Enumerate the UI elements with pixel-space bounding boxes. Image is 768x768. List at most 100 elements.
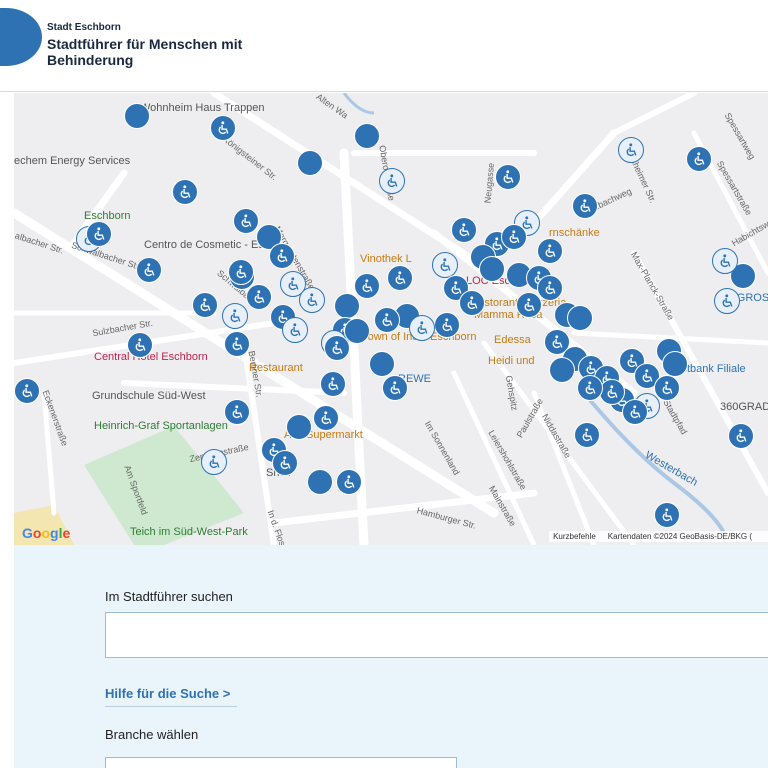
map-marker[interactable] xyxy=(577,375,603,401)
map-marker[interactable] xyxy=(662,351,688,377)
wheelchair-icon xyxy=(362,278,372,292)
map-label-teich: Teich im Süd-West-Park xyxy=(130,526,248,538)
map-marker[interactable] xyxy=(379,168,405,194)
map-marker[interactable] xyxy=(307,469,333,495)
map-label-sportanlagen: Heinrich-Graf Sportanlagen xyxy=(94,420,228,432)
map-marker[interactable] xyxy=(434,312,460,338)
map-label-wohnheim: Wohnheim Haus Trappen xyxy=(140,102,265,114)
map-marker[interactable] xyxy=(136,257,162,283)
map-marker[interactable] xyxy=(712,248,738,274)
shortcuts-link[interactable]: Kurzbefehle xyxy=(553,532,596,541)
map-marker[interactable] xyxy=(714,288,740,314)
wheelchair-icon xyxy=(395,270,405,284)
org-name: Stadt Eschborn xyxy=(47,22,121,33)
branch-label: Branche wählen xyxy=(105,727,199,742)
map-label-360grad: 360GRAD xyxy=(720,401,768,413)
map-marker[interactable] xyxy=(299,287,325,313)
map-marker[interactable] xyxy=(459,290,485,316)
wheelchair-icon xyxy=(22,383,32,397)
map-marker[interactable] xyxy=(313,405,339,431)
map-marker[interactable] xyxy=(686,146,712,172)
map-marker[interactable] xyxy=(14,378,40,404)
wheelchair-icon xyxy=(218,120,228,134)
wheelchair-icon xyxy=(545,280,555,294)
map-marker[interactable] xyxy=(495,164,521,190)
search-panel: Im Stadtführer suchen Hilfe für die Such… xyxy=(14,545,768,768)
map-marker[interactable] xyxy=(210,115,236,141)
search-label: Im Stadtführer suchen xyxy=(105,589,233,604)
map-label-hotel: Central Hotel Eschborn xyxy=(94,351,208,363)
map-marker[interactable] xyxy=(479,256,505,282)
map-marker[interactable] xyxy=(516,292,542,318)
map-marker[interactable] xyxy=(369,351,395,377)
map-marker[interactable] xyxy=(451,217,477,243)
map-marker[interactable] xyxy=(246,284,272,310)
map-marker[interactable] xyxy=(537,238,563,264)
map-marker[interactable] xyxy=(654,375,680,401)
map-marker[interactable] xyxy=(127,332,153,358)
map-marker[interactable] xyxy=(599,379,625,405)
map-data-credit: Kartendaten ©2024 GeoBasis-DE/BKG ( xyxy=(607,532,752,541)
map-marker[interactable] xyxy=(537,275,563,301)
search-help-link[interactable]: Hilfe für die Suche > xyxy=(105,686,237,707)
wheelchair-icon xyxy=(144,262,154,276)
map-marker[interactable] xyxy=(567,305,593,331)
map-marker[interactable] xyxy=(297,150,323,176)
map-marker[interactable] xyxy=(354,273,380,299)
map-marker[interactable] xyxy=(224,331,250,357)
wheelchair-icon xyxy=(232,336,242,350)
wheelchair-icon xyxy=(736,428,746,442)
map-marker[interactable] xyxy=(574,422,600,448)
map-marker[interactable] xyxy=(228,259,254,285)
google-logo[interactable]: Google xyxy=(22,525,70,541)
map-marker[interactable] xyxy=(374,307,400,333)
map-marker[interactable] xyxy=(201,449,227,475)
map-marker[interactable] xyxy=(282,317,308,343)
map-marker[interactable] xyxy=(336,469,362,495)
map-marker[interactable] xyxy=(86,221,112,247)
map-marker[interactable] xyxy=(286,414,312,440)
map-marker[interactable] xyxy=(354,123,380,149)
map-marker[interactable] xyxy=(654,502,680,528)
map[interactable]: Wohnheim Haus Trappen echem Energy Servi… xyxy=(14,93,768,545)
map-marker[interactable] xyxy=(224,399,250,425)
wheelchair-icon xyxy=(328,376,338,390)
site-title[interactable]: Stadtführer für Menschen mit Behinderung xyxy=(47,36,307,68)
map-marker[interactable] xyxy=(320,371,346,397)
wheelchair-icon xyxy=(417,320,427,334)
map-label-grundschule: Grundschule Süd-West xyxy=(92,390,206,402)
wheelchair-icon xyxy=(552,334,562,348)
wheelchair-icon xyxy=(390,380,400,394)
map-marker[interactable] xyxy=(382,375,408,401)
wheelchair-icon xyxy=(307,292,317,306)
map-marker[interactable] xyxy=(618,137,644,163)
wheelchair-icon xyxy=(524,297,534,311)
map-marker[interactable] xyxy=(272,450,298,476)
map-marker[interactable] xyxy=(409,315,435,341)
map-marker[interactable] xyxy=(334,293,360,319)
wheelchair-icon xyxy=(662,507,672,521)
map-label-eschborn-station: Eschborn xyxy=(84,210,131,222)
map-label-schaenke: rnschänke xyxy=(549,227,600,239)
map-marker[interactable] xyxy=(192,292,218,318)
map-marker[interactable] xyxy=(387,265,413,291)
map-marker[interactable] xyxy=(222,303,248,329)
map-marker[interactable] xyxy=(233,208,259,234)
map-marker[interactable] xyxy=(549,357,575,383)
search-input[interactable] xyxy=(105,612,768,658)
wheelchair-icon xyxy=(290,322,300,336)
wheelchair-icon xyxy=(94,226,104,240)
wheelchair-icon xyxy=(254,289,264,303)
map-marker[interactable] xyxy=(728,423,754,449)
wheelchair-icon xyxy=(344,474,354,488)
map-marker[interactable] xyxy=(501,224,527,250)
map-marker[interactable] xyxy=(172,179,198,205)
map-marker[interactable] xyxy=(622,399,648,425)
map-marker[interactable] xyxy=(324,335,350,361)
map-marker[interactable] xyxy=(572,193,598,219)
map-marker[interactable] xyxy=(269,243,295,269)
city-logo[interactable] xyxy=(0,8,42,66)
map-marker[interactable] xyxy=(124,103,150,129)
wheelchair-icon xyxy=(722,293,732,307)
branch-select[interactable] xyxy=(105,757,457,768)
